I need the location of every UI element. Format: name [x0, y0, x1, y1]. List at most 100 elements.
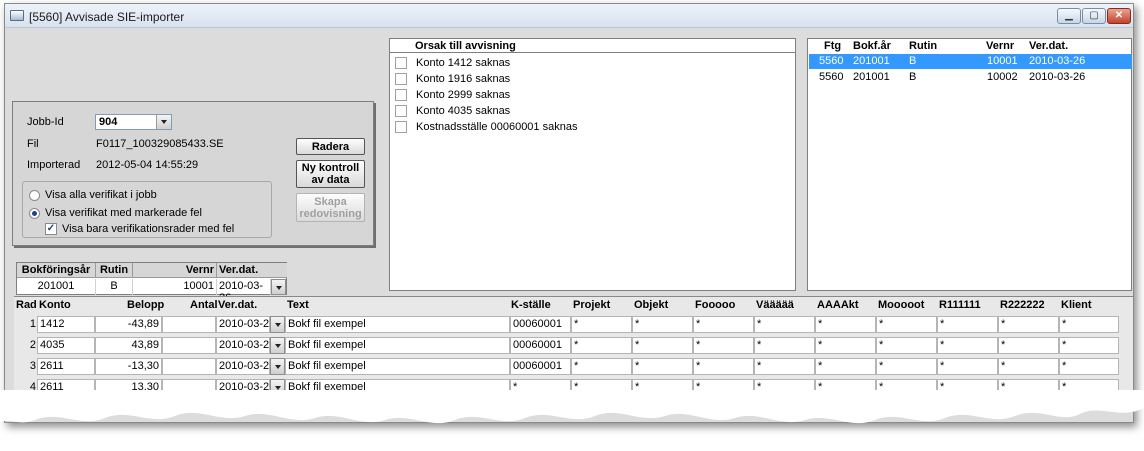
- title-bar: [5560] Avvisade SIE-importer ▁ ▢ ✕: [5, 4, 1133, 28]
- radio-visa-alla[interactable]: [29, 190, 40, 201]
- cell-objekt[interactable]: *: [632, 337, 693, 354]
- orsak-checkbox[interactable]: [395, 73, 407, 85]
- grid-header-objekt: Objekt: [634, 299, 669, 311]
- cell-projekt[interactable]: *: [571, 316, 632, 333]
- cell-fooooo[interactable]: *: [693, 358, 754, 375]
- cell-fooooo[interactable]: *: [693, 337, 754, 354]
- bok-header-rutin: Rutin: [96, 263, 133, 278]
- list-item[interactable]: 5560 201001 B 10002 2010-03-26: [809, 70, 1132, 85]
- ny-kontroll-line1: Ny kontroll: [301, 162, 360, 174]
- cell-kstalle[interactable]: 00060001: [510, 316, 571, 333]
- cell-ftg: 5560: [819, 71, 844, 83]
- cell-r222222[interactable]: *: [998, 316, 1059, 333]
- cell-klient[interactable]: *: [1059, 316, 1119, 333]
- cell-vaaaaa[interactable]: *: [754, 337, 815, 354]
- orsak-checkbox[interactable]: [395, 89, 407, 101]
- radera-button[interactable]: Radera: [296, 138, 365, 155]
- close-button[interactable]: ✕: [1107, 8, 1131, 24]
- minimize-button[interactable]: ▁: [1057, 8, 1081, 24]
- main-window: [5560] Avvisade SIE-importer ▁ ▢ ✕ Jobb-…: [4, 3, 1134, 423]
- chevron-down-icon[interactable]: [271, 279, 286, 295]
- jobb-id-value: 904: [99, 116, 118, 128]
- orsak-header-label: Orsak till avvisning: [415, 40, 516, 52]
- orsak-panel: Orsak till avvisning Konto 1412 saknas K…: [389, 38, 796, 291]
- verifikat-list: Ftg Bokf.år Rutin Vernr Ver.dat. 5560 20…: [807, 38, 1132, 291]
- radera-button-label: Radera: [311, 140, 350, 153]
- radio-visa-markerade-label: Visa verifikat med markerade fel: [45, 207, 202, 219]
- cell-verdat[interactable]: 2010-03-26: [216, 358, 270, 375]
- list-item[interactable]: 5560 201001 B 10001 2010-03-26: [809, 54, 1132, 69]
- cell-objekt[interactable]: *: [632, 316, 693, 333]
- cell-aaaakt[interactable]: *: [815, 358, 876, 375]
- grid-header-fooooo: Fooooo: [695, 299, 736, 311]
- chevron-down-icon[interactable]: [270, 358, 285, 375]
- cell-r111111[interactable]: *: [937, 358, 998, 375]
- cell-r111111[interactable]: *: [937, 316, 998, 333]
- bok-cell-verdat[interactable]: 2010-03-26: [217, 279, 271, 304]
- cell-konto[interactable]: 2611: [37, 358, 95, 375]
- cell-fooooo[interactable]: *: [693, 316, 754, 333]
- col-rutin: Rutin: [909, 40, 938, 52]
- orsak-checkbox[interactable]: [395, 105, 407, 117]
- cell-klient[interactable]: *: [1059, 358, 1119, 375]
- cell-r222222[interactable]: *: [998, 358, 1059, 375]
- cell-text[interactable]: Bokf fil exempel: [285, 337, 510, 354]
- cell-verdat[interactable]: 2010-03-26: [216, 316, 270, 333]
- grid-header-r222222: R222222: [1000, 299, 1045, 311]
- importerad-label: Importerad: [27, 159, 81, 171]
- cell-aaaakt[interactable]: *: [815, 337, 876, 354]
- cell-mooooot[interactable]: *: [876, 358, 937, 375]
- cell-r222222[interactable]: *: [998, 337, 1059, 354]
- chevron-down-icon[interactable]: [270, 337, 285, 354]
- cell-rad: 2: [29, 339, 36, 351]
- orsak-checkbox[interactable]: [395, 121, 407, 133]
- cell-aaaakt[interactable]: *: [815, 316, 876, 333]
- cell-antal[interactable]: [162, 358, 216, 375]
- grid-header-antal: Antal: [190, 299, 218, 311]
- cell-konto[interactable]: 4035: [37, 337, 95, 354]
- cell-antal[interactable]: [162, 337, 216, 354]
- cell-objekt[interactable]: *: [632, 358, 693, 375]
- skapa-redovisning-button[interactable]: Skapa redovisning: [296, 193, 365, 222]
- checkbox-visa-bara-fel[interactable]: ✓: [45, 223, 57, 235]
- cell-projekt[interactable]: *: [571, 358, 632, 375]
- cell-rutin: B: [909, 71, 917, 83]
- grid-header-klient: Klient: [1061, 299, 1092, 311]
- cell-projekt[interactable]: *: [571, 337, 632, 354]
- cell-kstalle[interactable]: 00060001: [510, 358, 571, 375]
- grid-header-konto: Konto: [39, 299, 71, 311]
- cell-vaaaaa[interactable]: *: [754, 358, 815, 375]
- cell-belopp[interactable]: 43,89: [95, 337, 162, 354]
- ny-kontroll-button[interactable]: Ny kontroll av data: [296, 160, 365, 188]
- cell-klient[interactable]: *: [1059, 337, 1119, 354]
- cell-r111111[interactable]: *: [937, 337, 998, 354]
- radio-visa-markerade[interactable]: [29, 208, 40, 219]
- bok-header-ar: Bokföringsår: [17, 263, 96, 278]
- cell-vaaaaa[interactable]: *: [754, 316, 815, 333]
- cell-mooooot[interactable]: *: [876, 316, 937, 333]
- bok-cell-vernr[interactable]: 10001: [133, 279, 217, 295]
- cell-bokfar: 201001: [853, 71, 890, 83]
- cell-belopp[interactable]: -13,30: [95, 358, 162, 375]
- cell-antal[interactable]: [162, 316, 216, 333]
- cell-text[interactable]: Bokf fil exempel: [285, 316, 510, 333]
- chevron-down-icon[interactable]: [270, 316, 285, 333]
- grid-header-text: Text: [287, 299, 309, 311]
- cell-mooooot[interactable]: *: [876, 337, 937, 354]
- orsak-item-label: Konto 1412 saknas: [416, 57, 511, 69]
- verifikat-rows-grid: Rad Konto Belopp Antal Ver.dat. Text K-s…: [14, 296, 1133, 399]
- cell-vernr: 10001: [987, 55, 1018, 67]
- cell-konto[interactable]: 1412: [37, 316, 95, 333]
- bok-header-verdat: Ver.dat.: [217, 263, 287, 278]
- cell-text[interactable]: Bokf fil exempel: [285, 358, 510, 375]
- radio-visa-alla-label: Visa alla verifikat i jobb: [45, 189, 157, 201]
- importerad-value: 2012-05-04 14:55:29: [96, 159, 199, 171]
- jobb-id-select[interactable]: 904: [95, 114, 172, 130]
- cell-verdat[interactable]: 2010-03-26: [216, 337, 270, 354]
- chevron-down-icon[interactable]: [156, 115, 171, 129]
- cell-kstalle[interactable]: 00060001: [510, 337, 571, 354]
- cell-vernr: 10002: [987, 71, 1018, 83]
- maximize-button[interactable]: ▢: [1082, 8, 1106, 24]
- cell-belopp[interactable]: -43,89: [95, 316, 162, 333]
- orsak-checkbox[interactable]: [395, 57, 407, 69]
